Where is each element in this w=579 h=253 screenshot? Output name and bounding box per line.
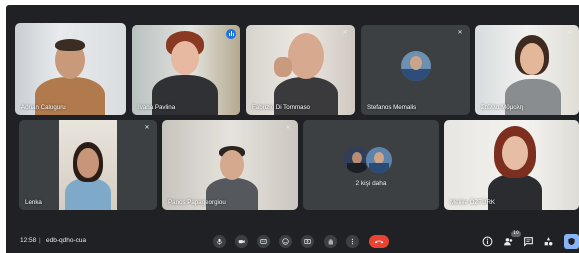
participant-video (63, 140, 113, 210)
participant-video (152, 31, 218, 115)
meeting-grid: Adrian Caluguru Ivana Pavlina ✕ Fabrizio… (6, 5, 579, 253)
participant-tile[interactable]: ✕ Panos Papageorgiou (162, 120, 298, 210)
microphone-muted-icon: ✕ (457, 29, 463, 36)
end-call-icon (374, 240, 384, 244)
speaking-indicator-icon (226, 29, 236, 39)
separator: | (39, 237, 41, 244)
others-count-label: 2 kişi daha (355, 180, 387, 187)
end-call-button[interactable] (369, 235, 389, 248)
participant-name: Lenka (25, 199, 42, 206)
participant-avatar (365, 146, 393, 174)
microphone-muted-icon: ✕ (566, 29, 572, 36)
microphone-icon (217, 238, 222, 245)
participant-name: Melike ÖZTÜRK (450, 199, 496, 206)
captions-icon (260, 239, 267, 244)
microphone-muted-icon: ✕ (285, 124, 291, 131)
participant-tile[interactable]: ✕ Fabrizio Di Tommaso (246, 25, 355, 115)
microphone-muted-icon: ✕ (342, 29, 348, 36)
participant-video (270, 29, 342, 115)
participant-tile[interactable]: ✕ Stefanos Memalis (361, 25, 470, 115)
participant-name: Στέλλα Μόμολη (481, 104, 524, 111)
camera-icon (238, 240, 245, 244)
emoji-button[interactable] (279, 235, 292, 248)
more-options-icon (351, 238, 354, 245)
raise-hand-button[interactable] (324, 235, 337, 248)
participant-video (505, 35, 561, 115)
present-screen-button[interactable] (301, 235, 314, 248)
host-controls-icon (568, 237, 575, 246)
raise-hand-icon (328, 239, 333, 245)
emoji-icon (282, 238, 289, 245)
participant-video (486, 126, 544, 210)
people-icon[interactable] (503, 236, 514, 247)
participant-tile[interactable]: Adrian Caluguru (15, 23, 126, 115)
camera-button[interactable] (235, 235, 248, 248)
present-screen-icon (304, 239, 311, 244)
screen: Adrian Caluguru Ivana Pavlina ✕ Fabrizio… (0, 0, 579, 253)
clock-time: 12:58 (20, 237, 37, 244)
meeting-code: edb-qdho-cua (46, 237, 87, 244)
captions-button[interactable] (257, 235, 270, 248)
participant-avatar (401, 51, 431, 81)
participant-tile[interactable]: ✕ Lenka (19, 120, 157, 210)
more-options-button[interactable] (346, 235, 359, 248)
participant-name: Stefanos Memalis (367, 104, 417, 111)
activities-icon[interactable] (543, 236, 554, 247)
participant-name: Fabrizio Di Tommaso (252, 104, 310, 111)
info-icon[interactable] (482, 236, 493, 247)
participant-tile-active-speaker[interactable]: Ivana Pavlina (132, 25, 240, 115)
microphone-muted-icon: ✕ (144, 124, 150, 131)
participant-name: Ivana Pavlina (138, 104, 176, 111)
participant-tile[interactable]: Melike ÖZTÜRK (444, 120, 579, 210)
participant-name: Panos Papageorgiou (168, 199, 226, 206)
host-controls-button[interactable] (564, 234, 579, 249)
meeting-control-bar: 12:58 | edb-qdho-cua 10 (6, 229, 579, 253)
others-tile[interactable]: 2 kişi daha (303, 120, 439, 210)
participant-tile[interactable]: ✕ Στέλλα Μόμολη (475, 25, 579, 115)
microphone-button[interactable] (213, 235, 226, 248)
chat-icon[interactable] (523, 236, 534, 247)
participant-name: Adrian Caluguru (21, 104, 66, 111)
